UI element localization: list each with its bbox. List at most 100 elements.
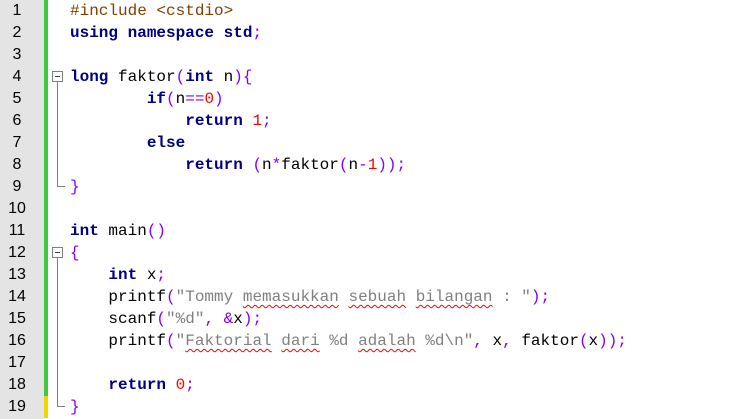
change-marker bbox=[44, 66, 48, 88]
code-token: ; bbox=[156, 266, 167, 284]
line-number: 10 bbox=[8, 200, 26, 217]
code-text: } bbox=[70, 396, 80, 418]
line-number: 7 bbox=[12, 134, 22, 151]
change-marker bbox=[44, 176, 48, 198]
code-token: n bbox=[175, 90, 186, 108]
code-token: 1 bbox=[367, 156, 378, 174]
code-text: scanf("%d", &x); bbox=[70, 308, 262, 330]
code-text: int x; bbox=[70, 264, 166, 286]
change-marker bbox=[44, 22, 48, 44]
fold-guide-line bbox=[57, 352, 58, 374]
change-marker bbox=[44, 44, 48, 66]
code-line[interactable]: 10 bbox=[0, 198, 750, 220]
code-token: x bbox=[233, 310, 243, 328]
code-token: faktor bbox=[281, 156, 339, 174]
code-token: } bbox=[70, 178, 80, 196]
code-token: : " bbox=[492, 288, 531, 306]
line-number: 2 bbox=[12, 24, 22, 41]
code-text: printf("Faktorial dari %d adalah %d\n", … bbox=[70, 330, 627, 352]
code-token: n bbox=[348, 156, 359, 174]
code-token: %d bbox=[319, 332, 359, 350]
code-token: ( bbox=[166, 288, 176, 306]
code-token: ){ bbox=[233, 68, 253, 86]
code-text: #include <cstdio> bbox=[70, 0, 233, 22]
change-marker bbox=[44, 132, 48, 154]
fold-guide-line bbox=[57, 154, 58, 176]
code-token: , bbox=[473, 332, 483, 350]
code-token: return bbox=[185, 156, 243, 174]
code-token: dari bbox=[281, 332, 320, 350]
code-token: return bbox=[185, 112, 243, 130]
code-token: n bbox=[214, 68, 234, 86]
change-marker bbox=[44, 286, 48, 308]
code-line[interactable]: 3 bbox=[0, 44, 750, 66]
code-line[interactable]: 13 int x; bbox=[0, 264, 750, 286]
code-token: * bbox=[271, 156, 282, 174]
code-token: ); bbox=[530, 288, 551, 306]
fold-guide-line bbox=[57, 286, 58, 308]
fold-end-icon bbox=[57, 176, 65, 187]
code-text: return 1; bbox=[70, 110, 271, 132]
code-line[interactable]: 17 bbox=[0, 352, 750, 374]
code-token: int bbox=[108, 266, 138, 284]
code-text: else bbox=[70, 132, 185, 154]
code-line[interactable]: 7 else bbox=[0, 132, 750, 154]
change-marker bbox=[44, 374, 48, 396]
code-token: , bbox=[502, 332, 512, 350]
code-token: ( bbox=[252, 156, 263, 174]
fold-end-icon bbox=[57, 396, 65, 407]
code-token: () bbox=[146, 222, 167, 240]
code-token: ); bbox=[242, 310, 263, 328]
code-line[interactable]: 4 long faktor(int n){ bbox=[0, 66, 750, 88]
code-token: 0 bbox=[175, 376, 186, 394]
fold-guide-line bbox=[57, 110, 58, 132]
code-token: scanf bbox=[70, 310, 157, 328]
code-line[interactable]: 8 return (n*faktor(n-1)); bbox=[0, 154, 750, 176]
code-token: ( bbox=[578, 332, 589, 350]
code-token: } bbox=[70, 398, 80, 416]
change-marker bbox=[44, 0, 48, 22]
code-line[interactable]: 16 printf("Faktorial dari %d adalah %d\n… bbox=[0, 330, 750, 352]
code-token: ( bbox=[166, 332, 176, 350]
code-token: 1 bbox=[252, 112, 263, 130]
code-line[interactable]: 9} bbox=[0, 176, 750, 198]
line-number: 3 bbox=[12, 46, 22, 63]
code-line[interactable]: 5 if(n==0) bbox=[0, 88, 750, 110]
line-number: 11 bbox=[8, 222, 26, 239]
fold-minus-icon[interactable] bbox=[52, 71, 63, 82]
line-number: 15 bbox=[8, 310, 26, 327]
code-text: printf("Tommy memasukkan sebuah bilangan… bbox=[70, 286, 550, 308]
code-line[interactable]: 2 using namespace std; bbox=[0, 22, 750, 44]
code-line[interactable]: 12 { bbox=[0, 242, 750, 264]
code-text: return (n*faktor(n-1)); bbox=[70, 154, 406, 176]
code-line[interactable]: 14 printf("Tommy memasukkan sebuah bilan… bbox=[0, 286, 750, 308]
fold-minus-icon[interactable] bbox=[52, 247, 63, 258]
code-token: main bbox=[98, 222, 147, 240]
code-line[interactable]: 19} bbox=[0, 396, 750, 418]
code-line[interactable]: 18 return 0; bbox=[0, 374, 750, 396]
code-token: ( bbox=[175, 68, 186, 86]
code-line[interactable]: 15 scanf("%d", &x); bbox=[0, 308, 750, 330]
line-number: 16 bbox=[8, 332, 26, 349]
code-token: ; bbox=[185, 376, 195, 394]
code-text: return 0; bbox=[70, 374, 195, 396]
code-line[interactable]: 6 return 1; bbox=[0, 110, 750, 132]
code-token: ; bbox=[252, 24, 263, 42]
code-token: %d\n" bbox=[415, 332, 474, 350]
line-number: 17 bbox=[8, 354, 26, 371]
code-line[interactable]: 1 #include <cstdio> bbox=[0, 0, 750, 22]
fold-guide-line bbox=[57, 308, 58, 330]
code-token: else bbox=[146, 134, 186, 152]
line-number: 18 bbox=[8, 376, 26, 393]
code-editor[interactable]: 1 #include <cstdio> 2 using namespace std; 3… bbox=[0, 0, 750, 419]
code-line[interactable]: 11 int main() bbox=[0, 220, 750, 242]
code-text: } bbox=[70, 176, 80, 198]
fold-guide-line bbox=[57, 88, 58, 110]
